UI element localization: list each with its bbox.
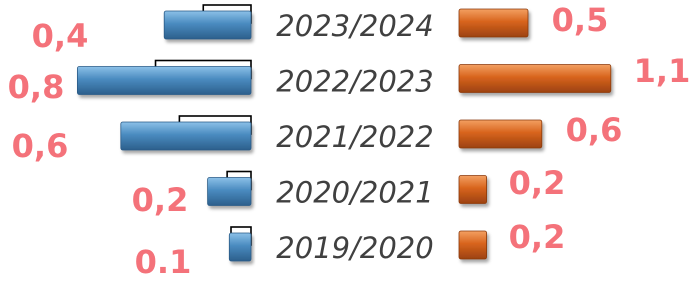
category-label: 2023/2024	[276, 9, 433, 43]
left-bar	[120, 121, 252, 151]
right-bar	[458, 64, 612, 93]
right-bar	[458, 119, 543, 149]
left-value-label: 0,4	[32, 17, 89, 55]
right-bar	[458, 175, 488, 204]
category-label: 2020/2021	[276, 176, 433, 210]
right-value-label: 0,6	[566, 111, 623, 149]
right-bar	[458, 8, 529, 38]
left-bar	[207, 177, 252, 206]
category-label: 2022/2023	[276, 65, 433, 99]
left-bar	[77, 66, 252, 95]
right-value-label: 0,2	[509, 218, 566, 256]
right-value-label: 1,1	[634, 52, 689, 90]
category-label: 2019/2020	[276, 231, 433, 265]
left-value-label: 0,8	[8, 68, 65, 106]
left-bar	[228, 232, 252, 262]
left-bar	[163, 10, 252, 40]
left-value-label: 0.1	[135, 243, 192, 281]
left-value-label: 0,2	[132, 181, 189, 219]
left-value-label: 0,6	[12, 127, 69, 165]
right-value-label: 0,2	[509, 164, 566, 202]
right-value-label: 0,5	[552, 1, 609, 39]
right-bar	[458, 230, 488, 260]
back-to-back-bar-chart: 2023/2024 2022/2023 2021/2022 2020/2021 2019…	[8, 1, 689, 281]
category-label: 2021/2022	[276, 120, 433, 154]
